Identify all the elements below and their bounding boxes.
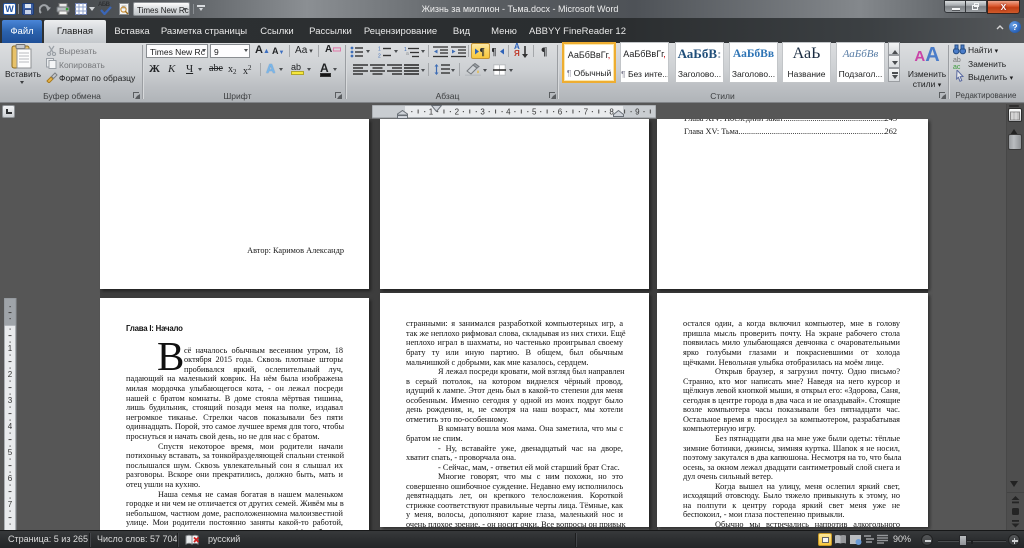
svg-text:5: 5 xyxy=(532,108,537,117)
svg-text:7: 7 xyxy=(584,108,589,117)
svg-text:3: 3 xyxy=(8,396,13,405)
svg-text:6: 6 xyxy=(8,474,13,483)
svg-text:¶: ¶ xyxy=(492,47,496,57)
svg-text:5: 5 xyxy=(8,448,13,457)
svg-text:¶: ¶ xyxy=(480,47,485,57)
svg-text:4: 4 xyxy=(506,108,511,117)
svg-text:а: а xyxy=(406,51,409,57)
svg-text:1: 1 xyxy=(8,344,13,353)
svg-text:9: 9 xyxy=(635,108,640,117)
svg-text:7: 7 xyxy=(8,500,13,509)
svg-text:4: 4 xyxy=(8,422,13,431)
svg-text:2: 2 xyxy=(378,54,381,59)
svg-text:2: 2 xyxy=(8,370,13,379)
svg-text:2: 2 xyxy=(455,108,460,117)
svg-text:3: 3 xyxy=(480,108,485,117)
svg-text:1: 1 xyxy=(378,47,381,53)
svg-text:6: 6 xyxy=(558,108,563,117)
